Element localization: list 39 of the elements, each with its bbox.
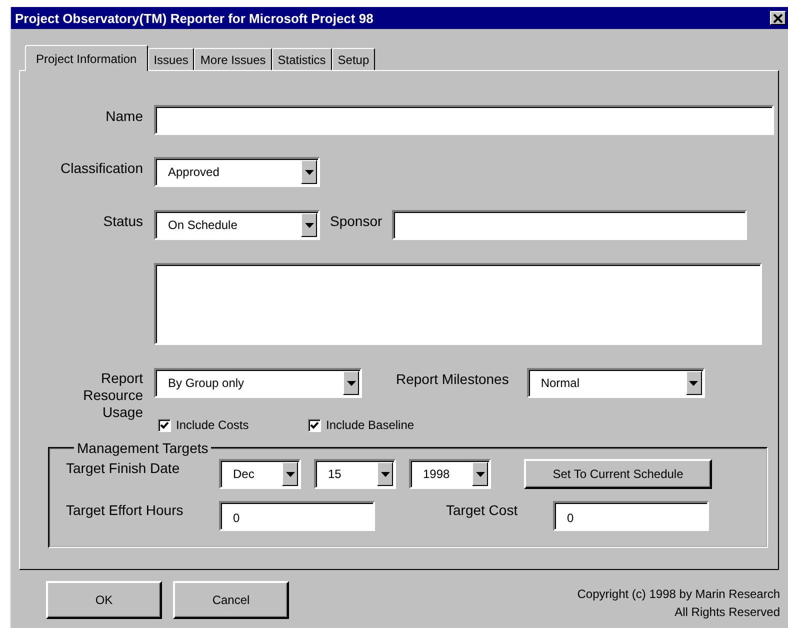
tab[interactable]: More Issues (194, 48, 272, 70)
checkbox[interactable]: Include Costs (158, 418, 308, 432)
field-label: Sponsor (330, 212, 382, 229)
dialog-button[interactable]: OK (46, 581, 162, 619)
set-schedule-button[interactable]: Set To Current Schedule (524, 459, 712, 489)
tab[interactable]: Project Information (25, 45, 148, 71)
tab[interactable]: Issues (148, 48, 194, 70)
field-label: Target Finish Date (66, 459, 181, 476)
tab[interactable]: Setup (332, 48, 376, 70)
field-label: Target Effort Hours (66, 501, 184, 518)
effort-hours-field[interactable]: 0 (219, 501, 375, 531)
checkbox-box[interactable] (158, 418, 171, 432)
sponsor-field[interactable] (392, 210, 748, 240)
field-label: Target Cost (446, 501, 519, 518)
dialog-button[interactable]: Cancel (173, 581, 289, 619)
day-dropdown[interactable]: 15 (314, 459, 396, 489)
window-title: Project Observatory(TM) Reporter for Microsoft Project 98 (15, 10, 374, 26)
field-label: Classification (60, 159, 143, 176)
copyright-text: All Rights Reserved (674, 604, 780, 621)
copyright-text: Copyright (c) 1998 by Marin Research (577, 586, 780, 603)
group-title: Management Targets (76, 440, 210, 456)
status-dropdown[interactable]: On Schedule (154, 210, 320, 240)
notes-field[interactable] (154, 263, 762, 345)
checkbox[interactable]: Include Baseline (308, 418, 458, 432)
close-icon (773, 14, 783, 22)
classification-dropdown[interactable]: Approved (154, 157, 320, 187)
close-button[interactable] (770, 11, 786, 25)
resource-usage-dropdown[interactable]: By Group only (154, 368, 362, 398)
target-cost-field[interactable]: 0 (553, 501, 709, 531)
milestones-dropdown[interactable]: Normal (526, 368, 705, 398)
month-dropdown[interactable]: Dec (219, 459, 301, 489)
checkbox-box[interactable] (308, 418, 321, 432)
name-field[interactable] (154, 105, 774, 135)
tab[interactable]: Statistics (272, 48, 332, 70)
field-label: Report Milestones (396, 370, 509, 387)
field-label: Name (104, 107, 143, 124)
year-dropdown[interactable]: 1998 (409, 459, 491, 489)
field-label: Report Resource Usage (82, 369, 143, 421)
field-label: Status (102, 212, 143, 229)
